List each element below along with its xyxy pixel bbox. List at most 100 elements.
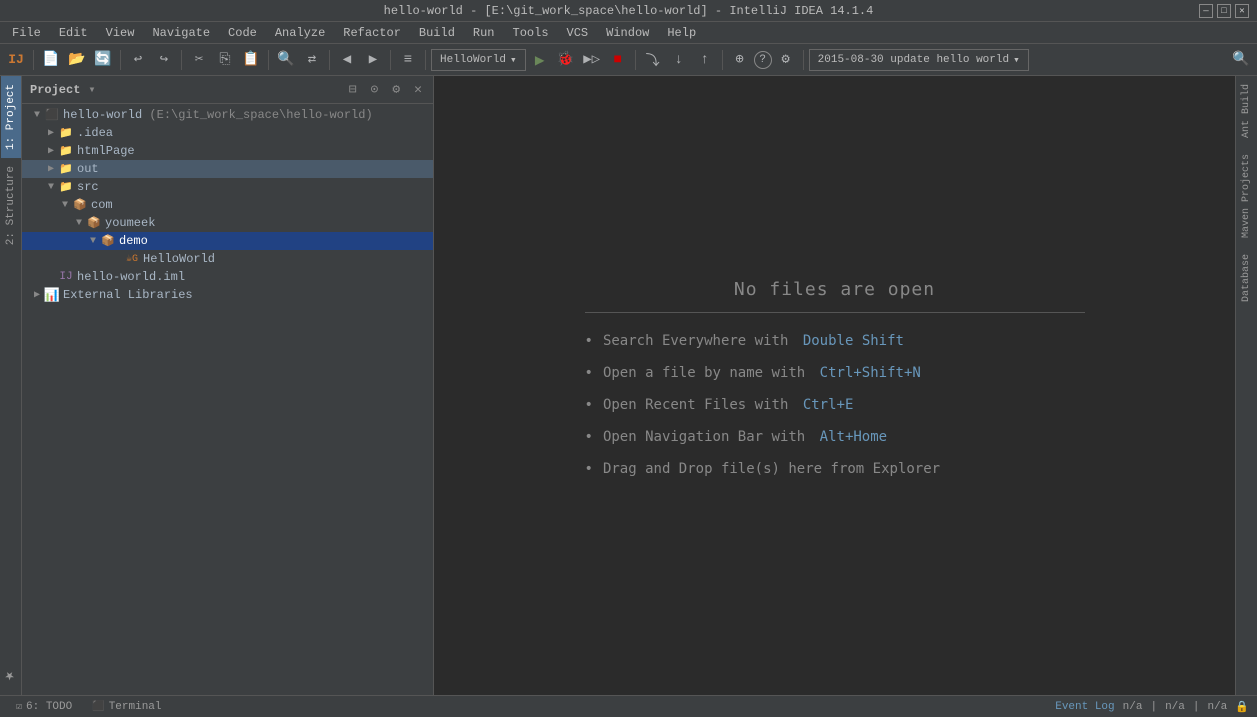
- hint-drag-drop: • Drag and Drop file(s) here from Explor…: [585, 461, 1085, 477]
- tree-item-demo[interactable]: ▼ 📦 demo: [22, 232, 433, 250]
- step-over-button[interactable]: ⤵: [641, 48, 665, 72]
- tree-item-youmeek[interactable]: ▼ 📦 youmeek: [22, 214, 433, 232]
- project-panel: Project ▾ ⊟ ⊙ ⚙ ✕ ▼ ⬛ hello-world (E:\gi…: [22, 76, 434, 695]
- forward-button[interactable]: ▶: [361, 48, 385, 72]
- tree-item-htmlpage[interactable]: ▶ 📁 htmlPage: [22, 142, 433, 160]
- sdk-button[interactable]: ⚙: [774, 48, 798, 72]
- undo-button[interactable]: ↩: [126, 48, 150, 72]
- tree-item-helloworld-java[interactable]: ▶ ☕G HelloWorld: [22, 250, 433, 268]
- tree-item-out[interactable]: ▶ 📁 out: [22, 160, 433, 178]
- todo-tab[interactable]: ☑ 6: TODO: [8, 699, 80, 715]
- bottom-right: Event Log n/a | n/a | n/a 🔒: [1055, 700, 1249, 714]
- paste-button[interactable]: 📋: [239, 48, 263, 72]
- redo-button[interactable]: ↪: [152, 48, 176, 72]
- menu-bar: File Edit View Navigate Code Analyze Ref…: [0, 22, 1257, 44]
- open-button[interactable]: 📂: [65, 48, 89, 72]
- menu-analyze[interactable]: Analyze: [267, 22, 333, 44]
- package-icon-com: 📦: [72, 198, 88, 212]
- toolbar-sep-5: [329, 50, 330, 70]
- menu-help[interactable]: Help: [659, 22, 704, 44]
- step-into-button[interactable]: ↓: [667, 48, 691, 72]
- project-collapse-all[interactable]: ⊟: [346, 81, 360, 98]
- tree-item-ext-libs[interactable]: ▶ 📊 External Libraries: [22, 286, 433, 304]
- run-button[interactable]: ▶: [528, 48, 552, 72]
- tree-arrow-ext-libs: ▶: [30, 289, 44, 301]
- menu-file[interactable]: File: [4, 22, 49, 44]
- hint-drag-drop-text: Drag and Drop file(s) here from Explorer: [603, 461, 940, 477]
- maven-projects-tab[interactable]: Maven Projects: [1237, 146, 1256, 246]
- event-log-link[interactable]: Event Log: [1055, 701, 1114, 713]
- cut-button[interactable]: ✂: [187, 48, 211, 72]
- folder-icon-htmlpage: 📁: [58, 144, 74, 158]
- tree-arrow-out: ▶: [44, 163, 58, 175]
- favorites-tab[interactable]: ★: [0, 656, 24, 695]
- project-root-icon: ⬛: [44, 108, 60, 122]
- project-scroll-from-source[interactable]: ⊙: [368, 81, 382, 98]
- menu-view[interactable]: View: [98, 22, 143, 44]
- project-tab[interactable]: 1: Project: [1, 76, 21, 158]
- toolbar-sep-1: [33, 50, 34, 70]
- tree-arrow-src: ▼: [44, 182, 58, 193]
- project-title: Project: [30, 83, 80, 97]
- copy-button[interactable]: ⎘: [213, 48, 237, 72]
- breakpoints-button[interactable]: ⊕: [728, 48, 752, 72]
- tree-item-iml[interactable]: ▶ IJ hello-world.iml: [22, 268, 433, 286]
- hint-key-alt-home: Alt+Home: [820, 429, 887, 445]
- menu-vcs[interactable]: VCS: [559, 22, 597, 44]
- terminal-tab[interactable]: ⬛ Terminal: [84, 699, 169, 715]
- database-tab[interactable]: Database: [1237, 246, 1256, 310]
- run-config-selector[interactable]: HelloWorld ▾: [431, 49, 526, 71]
- toolbar-sep-10: [803, 50, 804, 70]
- toolbar-search-button[interactable]: 🔍: [1229, 48, 1253, 72]
- folder-icon-out: 📁: [58, 162, 74, 176]
- menu-run[interactable]: Run: [465, 22, 503, 44]
- step-out-button[interactable]: ↑: [693, 48, 717, 72]
- toolbar-sep-9: [722, 50, 723, 70]
- toolbar-sep-8: [635, 50, 636, 70]
- sync-button[interactable]: 🔄: [91, 48, 115, 72]
- replace-button[interactable]: ⇄: [300, 48, 324, 72]
- hint-nav-bar-text: Open Navigation Bar with: [603, 429, 814, 445]
- menu-tools[interactable]: Tools: [505, 22, 557, 44]
- structure-button[interactable]: ≡: [396, 48, 420, 72]
- menu-refactor[interactable]: Refactor: [335, 22, 409, 44]
- tree-arrow-root: ▼: [30, 110, 44, 121]
- package-icon-demo: 📦: [100, 234, 116, 248]
- tree-item-idea[interactable]: ▶ 📁 .idea: [22, 124, 433, 142]
- new-file-button[interactable]: 📄: [39, 48, 63, 72]
- structure-tab[interactable]: 2: Structure: [1, 158, 21, 253]
- project-close[interactable]: ✕: [411, 81, 425, 98]
- menu-build[interactable]: Build: [411, 22, 463, 44]
- toolbar-sep-4: [268, 50, 269, 70]
- hint-open-file: • Open a file by name with Ctrl+Shift+N: [585, 365, 1085, 381]
- window-title: hello-world - [E:\git_work_space\hello-w…: [384, 4, 874, 18]
- run-coverage-button[interactable]: ▶▷: [580, 48, 604, 72]
- minimize-button[interactable]: —: [1199, 4, 1213, 18]
- todo-icon: ☑: [16, 701, 22, 713]
- menu-edit[interactable]: Edit: [51, 22, 96, 44]
- tree-arrow-youmeek: ▼: [72, 218, 86, 229]
- menu-window[interactable]: Window: [598, 22, 657, 44]
- find-button[interactable]: 🔍: [274, 48, 298, 72]
- tree-item-root[interactable]: ▼ ⬛ hello-world (E:\git_work_space\hello…: [22, 106, 433, 124]
- help-button[interactable]: ?: [754, 51, 772, 69]
- ant-build-tab[interactable]: Ant Build: [1237, 76, 1256, 146]
- stop-button[interactable]: ■: [606, 48, 630, 72]
- back-button[interactable]: ◀: [335, 48, 359, 72]
- tree-item-src[interactable]: ▼ 📁 src: [22, 178, 433, 196]
- project-dropdown-arrow[interactable]: ▾: [88, 82, 95, 97]
- menu-navigate[interactable]: Navigate: [144, 22, 218, 44]
- maximize-button[interactable]: □: [1217, 4, 1231, 18]
- tree-arrow-demo: ▼: [86, 236, 100, 247]
- folder-icon-idea: 📁: [58, 126, 74, 140]
- toolbar-sep-7: [425, 50, 426, 70]
- tree-item-com[interactable]: ▼ 📦 com: [22, 196, 433, 214]
- close-button[interactable]: ✕: [1235, 4, 1249, 18]
- menu-code[interactable]: Code: [220, 22, 265, 44]
- debug-button[interactable]: 🐞: [554, 48, 578, 72]
- vcs-commit-selector[interactable]: 2015-08-30 update hello world ▾: [809, 49, 1029, 71]
- bottom-bar: ☑ 6: TODO ⬛ Terminal Event Log n/a | n/a…: [0, 695, 1257, 717]
- iml-icon: IJ: [58, 270, 74, 284]
- project-settings[interactable]: ⚙: [389, 81, 403, 98]
- vcs-commit-arrow: ▾: [1013, 53, 1020, 67]
